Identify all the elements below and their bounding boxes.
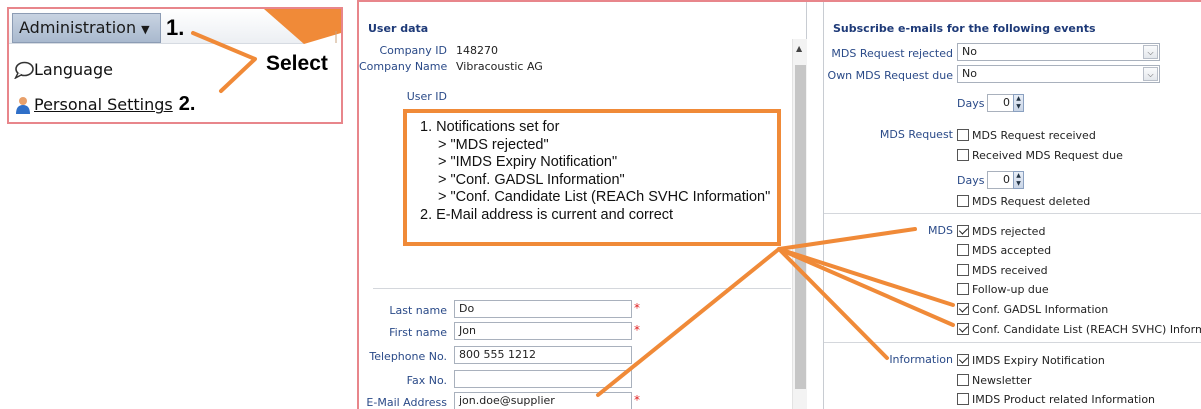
callout-connectors [596,227,955,397]
menu-screenshot: Administration ▼ 1. Language Personal Set… [7,7,343,124]
menu-arrows [191,31,257,93]
personal-settings-screenshot: User data Company ID 148270 Company Name… [357,0,1201,409]
